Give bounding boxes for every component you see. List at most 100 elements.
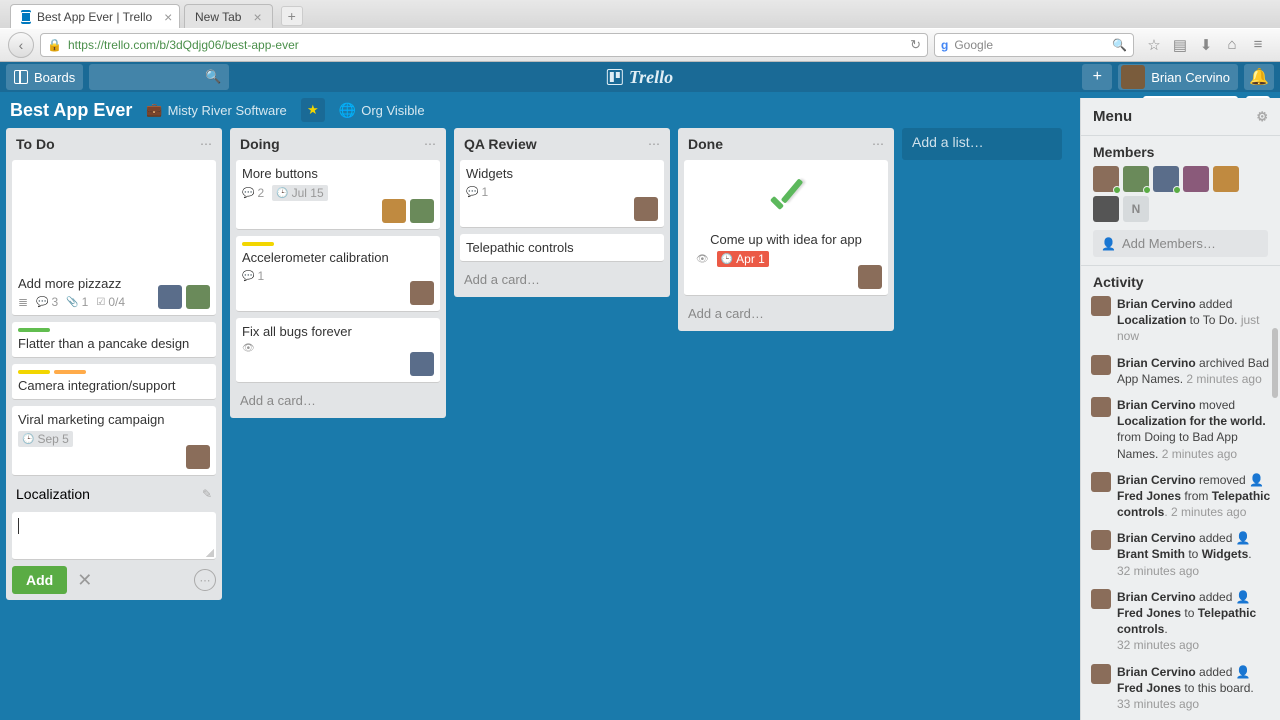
avatar (1091, 397, 1111, 417)
list-menu-icon[interactable]: ⋯ (872, 137, 884, 151)
reload-icon[interactable]: ↻ (910, 37, 921, 53)
clipboard-icon[interactable]: ▤ (1172, 36, 1188, 54)
member-avatar[interactable] (634, 197, 658, 221)
logo-text: Trello (629, 67, 673, 88)
card[interactable]: Accelerometer calibration 1 (236, 236, 440, 312)
close-composer-icon[interactable]: ✕ (77, 570, 92, 591)
member-avatar[interactable] (410, 199, 434, 223)
avatar (1091, 355, 1111, 375)
activity-heading: Activity (1093, 274, 1276, 290)
member-avatar[interactable] (1093, 166, 1119, 192)
search-icon: 🔍 (205, 69, 221, 85)
members-row: N (1093, 166, 1268, 222)
download-icon[interactable]: ⬇ (1198, 36, 1214, 54)
description-icon (18, 295, 28, 309)
add-list-button[interactable]: Add a list… (902, 128, 1062, 160)
board-name[interactable]: Best App Ever (10, 100, 132, 121)
card-title: Flatter than a pancake design (18, 336, 210, 351)
visibility-toggle[interactable]: 🌐Org Visible (339, 102, 425, 119)
card[interactable]: Flatter than a pancake design (12, 322, 216, 358)
list-menu-icon[interactable]: ⋯ (200, 137, 212, 151)
star-icon[interactable]: ☆ (1146, 36, 1162, 54)
add-card-button[interactable]: Add a card… (236, 389, 440, 412)
card-composer-actions: Add ✕ ⋯ (12, 566, 216, 594)
member-avatar[interactable] (410, 281, 434, 305)
due-badge: Sep 5 (18, 431, 73, 447)
pencil-icon[interactable]: ✎ (202, 487, 212, 501)
card-options-icon[interactable]: ⋯ (194, 569, 216, 591)
card[interactable]: Add more pizzazz 3 1 0/4 (12, 160, 216, 316)
card-composer-textarea[interactable] (12, 512, 216, 560)
card[interactable]: Widgets 1 (460, 160, 664, 228)
card[interactable]: Come up with idea for app Apr 1 (684, 160, 888, 296)
browser-chrome: Best App Ever | Trello × New Tab × + ‹ 🔒… (0, 0, 1280, 62)
url-field[interactable]: 🔒 https://trello.com/b/3dQdjg06/best-app… (40, 33, 928, 57)
comments-badge: 3 (36, 295, 58, 309)
app-header: Boards 🔍 Trello + Brian Cervino 🔔 (0, 62, 1280, 92)
member-avatar[interactable] (186, 285, 210, 309)
user-name: Brian Cervino (1151, 70, 1230, 85)
member-avatar[interactable] (1213, 166, 1239, 192)
member-avatar[interactable] (1123, 166, 1149, 192)
browser-tab-active[interactable]: Best App Ever | Trello × (10, 4, 180, 28)
home-icon[interactable]: ⌂ (1224, 36, 1240, 54)
activity-item: Brian Cervino added 👤 Fred Jones to this… (1091, 664, 1278, 713)
member-avatar[interactable] (1093, 196, 1119, 222)
search-placeholder: Google (954, 38, 993, 52)
list-menu-icon[interactable]: ⋯ (648, 137, 660, 151)
browser-search-field[interactable]: g Google 🔍 (934, 33, 1134, 57)
watching-icon (696, 254, 709, 265)
add-card-submit[interactable]: Add (12, 566, 67, 594)
member-avatar-initial[interactable]: N (1123, 196, 1149, 222)
briefcase-icon: 💼 (146, 102, 162, 118)
comments-badge: 2 (242, 186, 264, 200)
tab-close-icon[interactable]: × (164, 9, 172, 25)
browser-tab-newtab[interactable]: New Tab × (184, 4, 273, 28)
gear-icon[interactable]: ⚙ (1256, 109, 1268, 125)
card-title: Widgets (466, 166, 658, 181)
team-link[interactable]: 💼Misty River Software (146, 102, 286, 118)
member-avatar[interactable] (1183, 166, 1209, 192)
header-search[interactable]: 🔍 (89, 64, 229, 90)
member-avatar[interactable] (382, 199, 406, 223)
list-title[interactable]: QA Review (464, 136, 537, 152)
create-button[interactable]: + (1082, 64, 1112, 90)
due-badge: Apr 1 (717, 251, 769, 267)
list-title[interactable]: Doing (240, 136, 280, 152)
trello-logo[interactable]: Trello (607, 67, 673, 88)
avatar (1091, 296, 1111, 316)
scrollbar-thumb[interactable] (1272, 328, 1278, 398)
tab-close-icon[interactable]: × (253, 9, 261, 25)
card[interactable]: More buttons 2 Jul 15 (236, 160, 440, 230)
member-avatar[interactable] (410, 352, 434, 376)
add-members-button[interactable]: 👤Add Members… (1093, 230, 1268, 257)
boards-icon (14, 70, 28, 84)
menu-icon[interactable]: ≡ (1250, 36, 1266, 54)
list-menu-icon[interactable]: ⋯ (424, 137, 436, 151)
card[interactable]: Camera integration/support (12, 364, 216, 400)
menu-title: Menu (1093, 108, 1132, 125)
card-title: Telepathic controls (466, 240, 658, 255)
member-avatar[interactable] (186, 445, 210, 469)
list-title[interactable]: Done (688, 136, 723, 152)
notifications-button[interactable]: 🔔 (1244, 64, 1274, 90)
member-avatar[interactable] (158, 285, 182, 309)
card[interactable]: Fix all bugs forever (236, 318, 440, 383)
add-card-button[interactable]: Add a card… (684, 302, 888, 325)
card[interactable]: Telepathic controls (460, 234, 664, 262)
new-tab-button[interactable]: + (281, 6, 303, 26)
card-title: Come up with idea for app (696, 232, 876, 247)
card[interactable]: Viral marketing campaign Sep 5 (12, 406, 216, 476)
new-card-title-row: Localization ✎ (12, 482, 216, 506)
new-card-title: Localization (16, 486, 90, 502)
star-board-button[interactable]: ★ (301, 98, 325, 122)
boards-button[interactable]: Boards (6, 64, 83, 90)
member-avatar[interactable] (1153, 166, 1179, 192)
board-canvas[interactable]: To Do ⋯ Add more pizzazz 3 1 0/4 Flatter … (0, 128, 1070, 720)
list-title[interactable]: To Do (16, 136, 55, 152)
user-menu[interactable]: Brian Cervino (1118, 64, 1238, 90)
card-cover-image (12, 160, 216, 270)
add-card-button[interactable]: Add a card… (460, 268, 664, 291)
member-avatar[interactable] (858, 265, 882, 289)
back-button[interactable]: ‹ (8, 32, 34, 58)
